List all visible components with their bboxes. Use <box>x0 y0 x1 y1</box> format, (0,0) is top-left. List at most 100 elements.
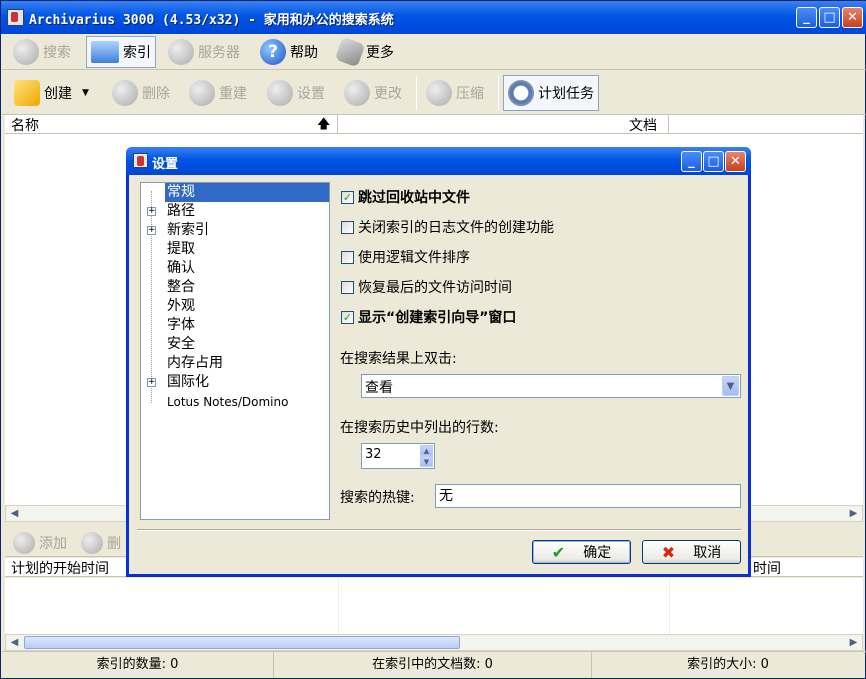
schedule-button[interactable]: 计划任务 <box>503 75 599 111</box>
rebuild-button[interactable]: 重建 <box>185 77 251 109</box>
index-tab-button[interactable]: 索引 <box>86 36 156 68</box>
settings-icon <box>267 80 293 106</box>
show-wizard-checkbox[interactable]: ✓ <box>341 311 354 324</box>
schedule-list-hscrollbar[interactable]: ◀ ▶ <box>5 634 863 651</box>
remove-icon <box>81 532 103 554</box>
logical-sort-label[interactable]: 使用逻辑文件排序 <box>358 247 470 267</box>
cross-icon: ✖ <box>661 542 676 562</box>
app-icon <box>7 9 24 26</box>
delete-button[interactable]: 删除 <box>108 77 174 109</box>
start-time-label: 计划的开始时间 <box>11 561 109 577</box>
scroll-left-icon[interactable]: ◀ <box>6 635 23 650</box>
scroll-left-icon[interactable]: ◀ <box>6 506 23 521</box>
expand-icon[interactable]: + <box>147 226 156 235</box>
column-header-documents[interactable]: 文档 <box>338 115 669 134</box>
wrench-icon <box>334 36 366 68</box>
show-wizard-label[interactable]: 显示“创建索引向导”窗口 <box>358 307 516 327</box>
delete-icon <box>112 80 138 106</box>
restore-access-time-checkbox[interactable] <box>341 281 354 294</box>
maximize-button[interactable]: □ <box>819 7 840 28</box>
schedule-list[interactable] <box>5 578 863 634</box>
cancel-label: 取消 <box>693 545 722 561</box>
settings-tree[interactable]: 常规 + 路径 + 新索引 提取 确认 整合 外观 字体 安全 内存占用 + 国… <box>140 182 330 520</box>
dblclick-value: 查看 <box>365 380 393 396</box>
ok-button[interactable]: ✔ 确定 <box>532 540 631 564</box>
tree-item-paths[interactable]: 路径 <box>167 202 195 221</box>
status-bar: 索引的数量: 0 在索引中的文档数: 0 索引的大小: 0 <box>2 651 866 679</box>
history-rows-value[interactable]: 32 <box>365 447 382 462</box>
tree-item-appearance[interactable]: 外观 <box>167 297 195 316</box>
scroll-right-icon[interactable]: ▶ <box>845 635 862 650</box>
help-button[interactable]: ? 帮助 <box>256 36 322 68</box>
history-rows-label: 在搜索历史中列出的行数: <box>340 420 499 436</box>
column-divider <box>338 578 339 634</box>
disable-log-label[interactable]: 关闭索引的日志文件的创建功能 <box>358 217 554 237</box>
edit-label: 更改 <box>374 86 402 102</box>
dialog-title-bar[interactable]: 设置 _ □ ✕ <box>126 147 751 175</box>
window-title: Archivarius 3000 (4.53/x32) - 家用和办公的搜索系统 <box>29 13 394 28</box>
title-bar[interactable]: Archivarius 3000 (4.53/x32) - 家用和办公的搜索系统… <box>1 1 866 34</box>
expand-icon[interactable]: + <box>147 207 156 216</box>
logical-sort-checkbox[interactable] <box>341 251 354 264</box>
schedule-icon <box>508 80 534 106</box>
history-rows-stepper[interactable]: 32 ▲ ▼ <box>361 443 435 469</box>
tree-item-security[interactable]: 安全 <box>167 335 195 354</box>
main-toolbar: 搜索 索引 服务器 ? 帮助 更多 <box>2 34 866 70</box>
spin-up-icon[interactable]: ▲ <box>420 445 433 456</box>
remove-schedule-button[interactable]: 删 <box>77 527 125 559</box>
chevron-down-icon[interactable]: ▼ <box>722 376 739 396</box>
dialog-divider <box>137 529 741 531</box>
tree-item-integration[interactable]: 整合 <box>167 278 195 297</box>
column-header-name[interactable]: 名称 🡅 <box>5 115 338 134</box>
tree-item-i18n[interactable]: 国际化 <box>167 373 209 392</box>
dialog-title: 设置 <box>152 157 179 172</box>
close-button[interactable]: ✕ <box>842 7 863 28</box>
compress-button[interactable]: 压缩 <box>422 77 488 109</box>
restore-access-time-label[interactable]: 恢复最后的文件访问时间 <box>358 277 512 297</box>
column-name-label: 名称 <box>11 118 39 134</box>
status-index-size: 索引的大小: 0 <box>687 657 769 672</box>
tree-item-confirm[interactable]: 确认 <box>167 259 195 278</box>
server-tab-button[interactable]: 服务器 <box>164 36 244 68</box>
scroll-thumb[interactable] <box>24 636 460 649</box>
skip-recycle-bin-label[interactable]: 跳过回收站中文件 <box>358 187 470 207</box>
tree-item-lotus-notes[interactable]: Lotus Notes/Domino <box>167 393 288 412</box>
disable-log-checkbox[interactable] <box>341 221 354 234</box>
search-tab-button[interactable]: 搜索 <box>9 36 75 68</box>
folder-icon <box>91 41 119 63</box>
tree-item-general[interactable]: 常规 <box>165 183 329 202</box>
more-button[interactable]: 更多 <box>334 36 398 68</box>
spin-down-icon[interactable]: ▼ <box>420 456 433 467</box>
dialog-close-button[interactable]: ✕ <box>725 151 746 172</box>
tree-item-new-index[interactable]: 新索引 <box>167 221 209 240</box>
settings-button[interactable]: 设置 <box>263 77 329 109</box>
dialog-maximize-button[interactable]: □ <box>703 151 724 172</box>
scroll-right-icon[interactable]: ▶ <box>845 506 862 521</box>
tree-item-extract[interactable]: 提取 <box>167 240 195 259</box>
dblclick-select[interactable]: 查看 ▼ <box>361 374 741 398</box>
tree-item-memory[interactable]: 内存占用 <box>167 354 223 373</box>
ok-label: 确定 <box>583 545 612 561</box>
add-schedule-button[interactable]: 添加 <box>9 527 71 559</box>
compress-icon <box>426 80 452 106</box>
create-dropdown-icon[interactable]: ▼ <box>82 88 89 98</box>
more-label: 更多 <box>366 45 394 61</box>
hotkey-input[interactable]: 无 <box>435 484 741 508</box>
help-label: 帮助 <box>290 45 318 61</box>
delete-label: 删除 <box>142 86 170 102</box>
dialog-app-icon <box>133 153 148 168</box>
right-column-label: 时间 <box>753 561 781 577</box>
minimize-button[interactable]: _ <box>796 7 817 28</box>
dialog-minimize-button[interactable]: _ <box>681 151 702 172</box>
settings-label: 设置 <box>297 86 325 102</box>
schedule-label: 计划任务 <box>538 86 594 102</box>
cancel-button[interactable]: ✖ 取消 <box>642 540 741 564</box>
hotkey-label: 搜索的热键: <box>340 490 415 506</box>
help-icon: ? <box>260 39 286 65</box>
create-button[interactable]: 创建 ▼ <box>10 77 93 109</box>
edit-button[interactable]: 更改 <box>340 77 406 109</box>
skip-recycle-bin-checkbox[interactable]: ✓ <box>341 191 354 204</box>
tree-item-fonts[interactable]: 字体 <box>167 316 195 335</box>
toolbar-divider <box>416 76 417 110</box>
expand-icon[interactable]: + <box>147 378 156 387</box>
